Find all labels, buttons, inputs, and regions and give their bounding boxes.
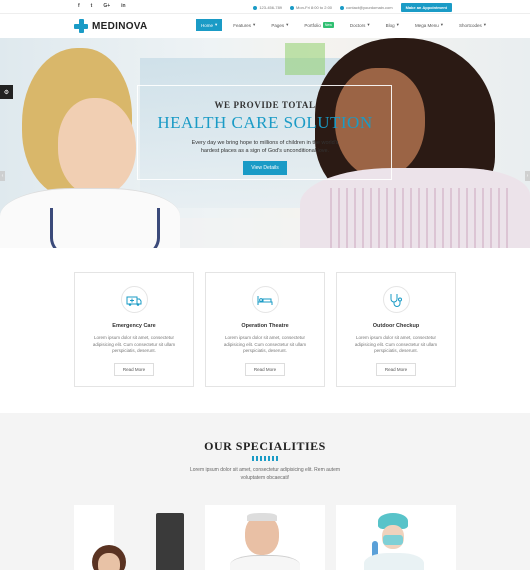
service-description: Lorem ipsum dolor sit amet, consectetur … [354,335,438,353]
main-menu: Home ▾ Features ▾ Pages ▾ Portfolio New Doct… [196,19,497,31]
specialities-description: Lorem ipsum dolor sit amet, consectetur … [0,466,530,482]
phone-icon [253,5,258,10]
menu-item-features[interactable]: Features ▾ [228,19,260,31]
menu-item-mega-menu[interactable]: Mega Menu ▾ [410,19,448,31]
menu-item-label: Portfolio [304,22,321,28]
chevron-down-icon: ▾ [367,22,370,27]
service-title: Emergency Care [112,323,156,329]
menu-item-label: Features [233,22,252,28]
hero-subtext-line: hardest places as a sign of God's uncond… [200,148,330,154]
specialities-description-line: voluptatem obcaecati! [240,475,290,481]
logo-text: MEDINOVA [92,20,148,32]
specialities-description-line: Lorem ipsum dolor sit amet, consectetur … [189,467,341,473]
menu-item-shortcodes[interactable]: Shortcodes ▾ [454,19,491,31]
dna-divider-icon [252,456,278,461]
google-plus-icon[interactable]: G+ [103,3,110,9]
services-section: Emergency Care Lorem ipsum dolor sit ame… [0,248,530,413]
email-text[interactable]: contact@yourdomain.com [346,5,393,10]
read-more-button[interactable]: Read More [113,362,155,376]
service-card-outdoor-checkup: Outdoor Checkup Lorem ipsum dolor sit am… [336,272,456,387]
menu-item-portfolio[interactable]: Portfolio New [299,19,339,31]
logo[interactable]: MEDINOVA [74,19,148,33]
hours-info: Mon-Fri 8:00 to 2:00 [290,5,332,10]
menu-item-label: Doctors [349,22,366,28]
doctor-photo-coat [230,555,300,570]
chevron-down-icon: ▾ [440,22,443,27]
xray-film [156,513,184,570]
phone-info: 123-456-789 [253,5,282,10]
hero-kicker: WE PROVIDE TOTAL [214,100,316,110]
hero-subtext-line: Every day we bring hope to millions of c… [191,140,339,146]
mail-icon [340,5,345,10]
chevron-down-icon: ▾ [396,22,399,27]
speciality-card[interactable] [205,505,325,570]
view-details-button[interactable]: View Details [243,161,287,175]
surgical-mask [383,535,403,545]
facebook-icon[interactable]: f [78,3,80,9]
read-more-button[interactable]: Read More [244,362,286,376]
settings-icon[interactable]: ⚙ [0,85,13,99]
stethoscope-illustration [50,208,160,248]
stethoscope-icon [382,286,410,313]
menu-item-doctors[interactable]: Doctors ▾ [345,19,375,31]
service-card-operation-theatre: Operation Theatre Lorem ipsum dolor sit … [205,272,325,387]
menu-item-home[interactable]: Home ▾ [196,19,223,31]
make-appointment-button[interactable]: Make an Appointment [400,3,452,12]
menu-item-label: Home [201,22,214,28]
contact-info: 123-456-789 Mon-Fri 8:00 to 2:00 contact… [253,3,452,12]
email-info: contact@yourdomain.com [340,5,393,10]
menu-item-label: Shortcodes [458,22,482,28]
chevron-down-icon: ▾ [483,22,486,27]
linkedin-icon[interactable]: in [121,3,125,9]
doctor-photo-hair [247,513,277,521]
new-badge: New [322,22,334,28]
hours-text: Mon-Fri 8:00 to 2:00 [296,5,333,10]
slider-next-icon[interactable]: › [525,171,530,181]
menu-item-label: Pages [271,22,285,28]
chevron-down-icon: ▾ [215,22,218,27]
slider-prev-icon[interactable]: ‹ [0,171,5,181]
top-bar: f t G+ in 123-456-789 Mon-Fri 8:00 to 2:… [0,0,530,14]
menu-item-blog[interactable]: Blog ▾ [381,19,404,31]
menu-item-label: Mega Menu [414,22,439,28]
navbar: MEDINOVA Home ▾ Features ▾ Pages ▾ Portfoli… [0,14,530,38]
clock-icon [290,5,295,10]
twitter-icon[interactable]: t [91,3,93,9]
hospital-bed-icon [251,286,279,313]
service-description: Lorem ipsum dolor sit amet, consectetur … [92,335,176,353]
phone-text: 123-456-789 [259,5,283,10]
doctor-face [58,98,136,196]
hero-subtext: Every day we bring hope to millions of c… [130,139,400,155]
hero-headline: HEALTH CARE SOLUTION [157,113,373,132]
service-description: Lorem ipsum dolor sit amet, consectetur … [223,335,307,353]
speciality-card[interactable] [74,505,194,570]
specialities-title: OUR SPECIALITIES [204,439,326,453]
doctor-photo-face [98,553,120,570]
service-title: Outdoor Checkup [372,323,420,329]
medical-cross-icon [74,19,88,33]
service-title: Operation Theatre [241,323,289,329]
service-card-emergency-care: Emergency Care Lorem ipsum dolor sit ame… [74,272,194,387]
social-links: f t G+ in [78,3,126,9]
menu-item-label: Blog [385,22,395,28]
menu-item-pages[interactable]: Pages ▾ [266,19,293,31]
hero-slider: WE PROVIDE TOTAL HEALTH CARE SOLUTION Ev… [0,38,530,248]
ambulance-icon [120,286,148,313]
chevron-down-icon: ▾ [286,22,289,27]
speciality-card[interactable] [336,505,456,570]
doctor-photo-gown [364,553,424,570]
patient-shirt-pattern [330,188,510,248]
read-more-button[interactable]: Read More [375,362,417,376]
hero-caption: WE PROVIDE TOTAL HEALTH CARE SOLUTION Ev… [130,100,400,175]
hero-background-plant [285,43,325,75]
chevron-down-icon: ▾ [253,22,256,27]
doctor-photo-face [245,515,279,555]
